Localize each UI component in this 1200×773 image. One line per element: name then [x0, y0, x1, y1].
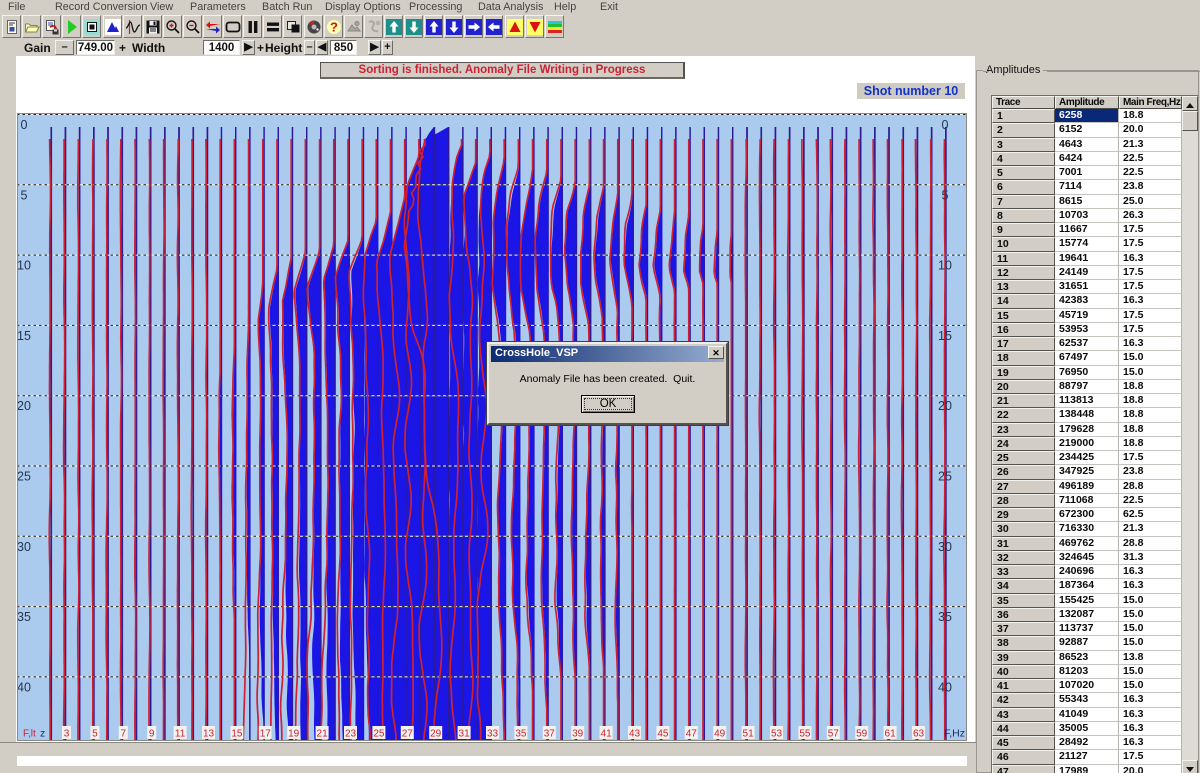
svg-text:19: 19: [288, 729, 300, 740]
svg-text:49: 49: [714, 729, 726, 740]
svg-text:35: 35: [515, 729, 527, 740]
svg-text:10: 10: [17, 259, 31, 273]
svg-text:39: 39: [572, 729, 584, 740]
svg-text:35: 35: [17, 610, 31, 624]
svg-text:57: 57: [828, 729, 840, 740]
svg-text:30: 30: [938, 540, 952, 554]
svg-text:40: 40: [938, 680, 952, 694]
svg-text:?: ?: [330, 20, 338, 35]
svg-text:30: 30: [17, 540, 31, 554]
svg-text:21: 21: [317, 729, 329, 740]
svg-text:20: 20: [938, 399, 952, 413]
svg-text:35: 35: [938, 610, 952, 624]
svg-text:11: 11: [175, 729, 186, 740]
svg-text:25: 25: [938, 470, 952, 484]
svg-text:13: 13: [203, 729, 215, 740]
svg-text:0: 0: [21, 118, 28, 132]
svg-text:25: 25: [373, 729, 385, 740]
svg-text:63: 63: [913, 729, 925, 740]
svg-text:55: 55: [799, 729, 811, 740]
svg-text:5: 5: [942, 188, 949, 202]
svg-text:F,lt: F,lt: [23, 729, 36, 740]
svg-text:5: 5: [21, 188, 28, 202]
svg-text:43: 43: [629, 729, 641, 740]
svg-text:29: 29: [430, 729, 442, 740]
svg-text:15: 15: [17, 329, 31, 343]
svg-text:47: 47: [686, 729, 698, 740]
svg-text:F,Hz: F,Hz: [944, 728, 965, 740]
svg-text:31: 31: [459, 729, 471, 740]
svg-text:10: 10: [938, 259, 952, 273]
svg-text:3: 3: [64, 729, 70, 740]
svg-text:59: 59: [856, 729, 868, 740]
svg-text:5: 5: [92, 729, 98, 740]
svg-text:51: 51: [743, 729, 755, 740]
svg-text:20: 20: [17, 399, 31, 413]
svg-text:15: 15: [938, 329, 952, 343]
svg-text:15: 15: [231, 729, 243, 740]
svg-text:23: 23: [345, 729, 357, 740]
svg-text:33: 33: [487, 729, 499, 740]
svg-text:z: z: [40, 728, 45, 740]
svg-text:9: 9: [149, 729, 155, 740]
svg-text:25: 25: [17, 470, 31, 484]
svg-text:40: 40: [17, 680, 31, 694]
svg-text:45: 45: [657, 729, 669, 740]
svg-text:17: 17: [260, 729, 272, 740]
svg-text:27: 27: [402, 729, 414, 740]
svg-text:7: 7: [121, 729, 127, 740]
svg-text:53: 53: [771, 729, 783, 740]
svg-text:61: 61: [885, 729, 897, 740]
svg-text:41: 41: [601, 729, 613, 740]
svg-text:0: 0: [942, 118, 949, 132]
svg-text:37: 37: [544, 729, 556, 740]
